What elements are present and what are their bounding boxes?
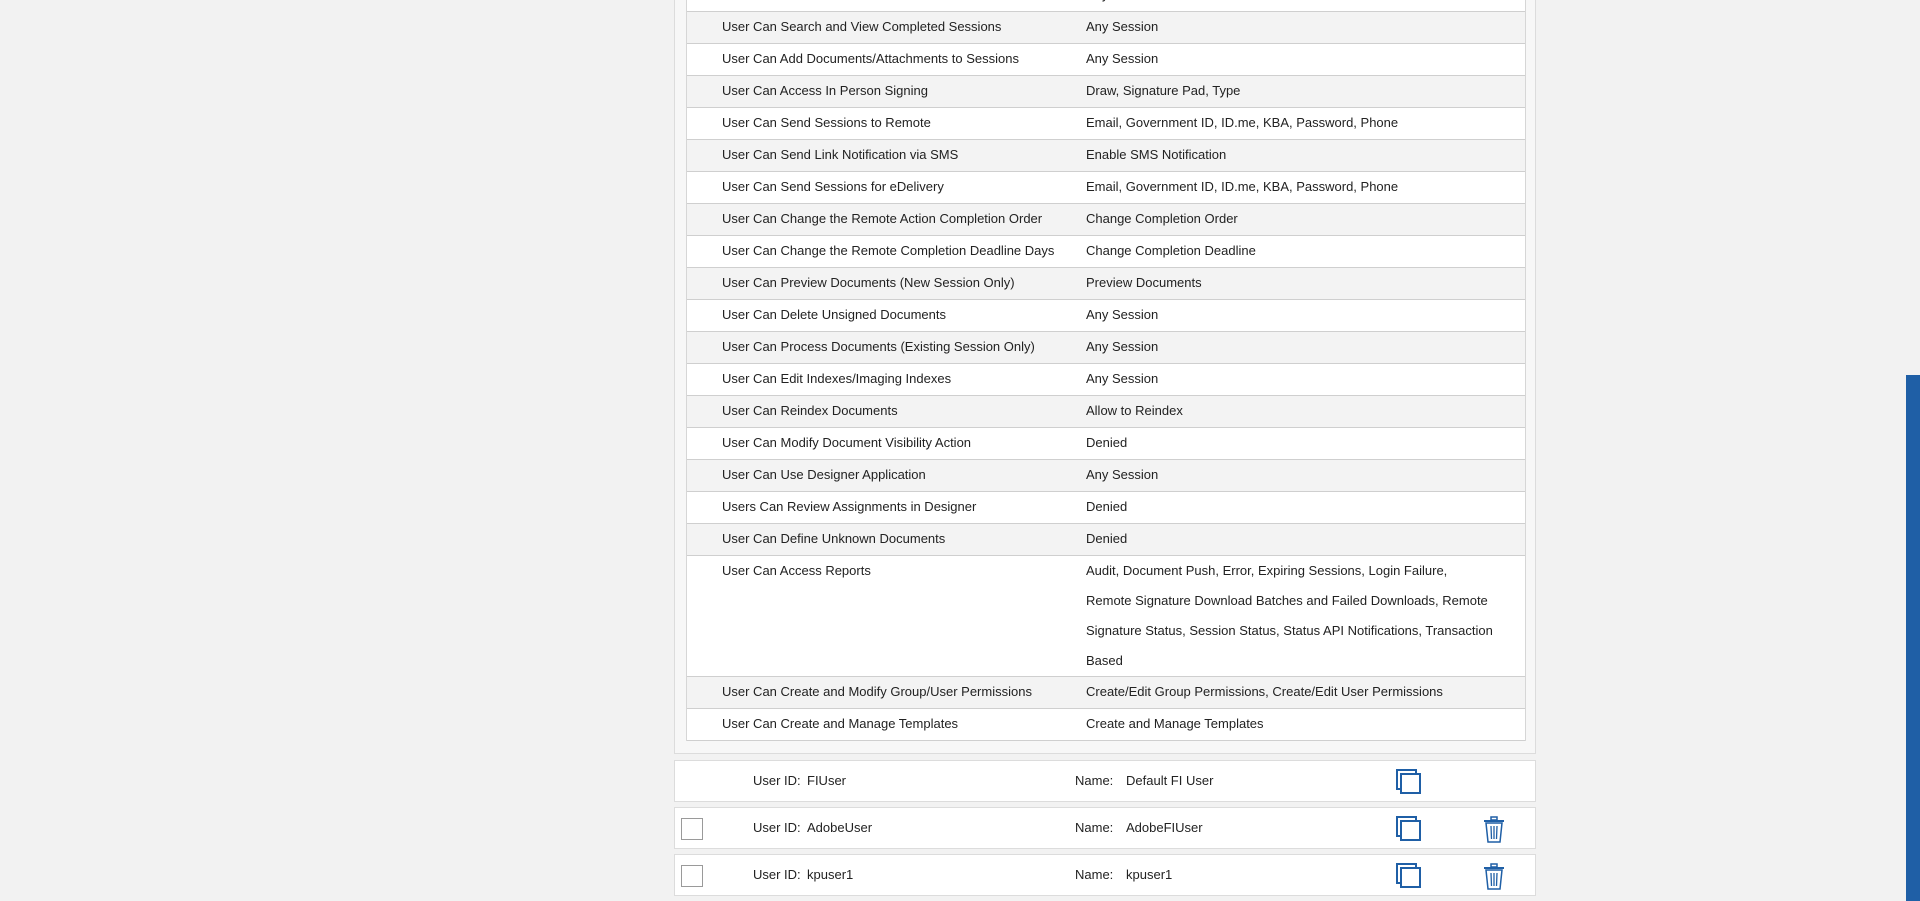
user-name-label: Name: [1075, 820, 1114, 835]
permission-row: User Can Send Link Notification via SMS E… [687, 140, 1525, 172]
permission-row: User Can Create and Modify Group/User Pe… [687, 677, 1525, 709]
permission-name: User Can Delete Unsigned Documents [722, 307, 946, 322]
permission-value: Email, Government ID, ID.me, KBA, Passwo… [1086, 115, 1399, 130]
copy-icon[interactable] [1395, 768, 1423, 796]
permission-value: Email, Government ID, ID.me, KBA, Passwo… [1086, 179, 1399, 194]
permission-name: User Can Archive Sessions [687, 0, 1086, 11]
user-select-checkbox[interactable] [681, 818, 703, 840]
permission-row: User Can Change the Remote Completion De… [687, 236, 1525, 268]
trash-icon[interactable] [1482, 863, 1506, 891]
permission-value: Any Session [1086, 307, 1159, 322]
permission-value: Change Completion Order [1086, 211, 1238, 226]
permission-name: User Can Define Unknown Documents [722, 531, 946, 546]
permission-row: User Can Search and View Completed Sessi… [687, 12, 1525, 44]
permission-name: User Can Edit Indexes/Imaging Indexes [722, 371, 952, 386]
user-row[interactable]: User ID: AdobeUser Name: AdobeFIUser [674, 807, 1536, 849]
copy-icon[interactable] [1395, 862, 1423, 890]
user-row[interactable]: User ID: FIUser Name: Default FI User [674, 760, 1536, 802]
permission-row: Users Can Review Assignments in Designer… [687, 492, 1525, 524]
permission-name: User Can Change the Remote Action Comple… [722, 211, 1043, 226]
permission-row: User Can Create and Manage Templates Crea… [687, 709, 1525, 741]
user-name-value: AdobeFIUser [1126, 820, 1203, 835]
permission-value: Any Session [1086, 467, 1159, 482]
user-id-label: User ID: [753, 867, 801, 882]
permission-row: User Can Send Sessions to Remote Email, G… [687, 108, 1525, 140]
permission-row: User Can Define Unknown Documents Denied [687, 524, 1525, 556]
page-scrollbar[interactable] [1906, 375, 1920, 901]
permission-value: Any Session [1086, 339, 1159, 354]
permission-name: Users Can Review Assignments in Designer [722, 499, 977, 514]
copy-icon[interactable] [1395, 815, 1423, 843]
permission-name: User Can Create and Modify Group/User Pe… [722, 684, 1032, 699]
permission-row: User Can Reindex Documents Allow to Reind… [687, 396, 1525, 428]
permission-name: User Can Send Sessions for eDelivery [722, 179, 944, 194]
permission-value: Create and Manage Templates [1086, 716, 1264, 731]
permission-value: Allow to Reindex [1086, 403, 1183, 418]
permission-row: User Can Send Sessions for eDelivery Emai… [687, 172, 1525, 204]
permission-value: Draw, Signature Pad, Type [1086, 83, 1241, 98]
permission-name: User Can Send Sessions to Remote [722, 115, 931, 130]
permission-name: User Can Send Link Notification via SMS [722, 147, 959, 162]
permission-row: User Can Access Reports Audit, Document P… [687, 556, 1525, 677]
permission-value: Audit, Document Push, Error, Expiring Se… [1086, 563, 1493, 668]
user-permissions-page: User Can Archive SessionsAny SessionUser… [0, 0, 1920, 901]
user-row[interactable]: User ID: kpuser1 Name: kpuser1 [674, 854, 1536, 896]
permission-row: User Can Delete Unsigned Documents Any Se… [687, 300, 1525, 332]
user-id-label: User ID: [753, 773, 801, 788]
permission-value: Any Session [1086, 19, 1159, 34]
user-name-value: kpuser1 [1126, 867, 1173, 882]
user-id-value: AdobeUser [807, 820, 873, 835]
permission-value: Preview Documents [1086, 275, 1202, 290]
permission-name: User Can Reindex Documents [722, 403, 898, 418]
permission-value: Any Session [1086, 371, 1159, 386]
permission-row: User Can Access In Person Signing Draw, S… [687, 76, 1525, 108]
permission-name: User Can Use Designer Application [722, 467, 926, 482]
permission-value: Create/Edit Group Permissions, Create/Ed… [1086, 684, 1443, 699]
permission-value: Enable SMS Notification [1086, 147, 1227, 162]
permission-row: User Can Use Designer Application Any Ses… [687, 460, 1525, 492]
permission-row: User Can Preview Documents (New Session … [687, 268, 1525, 300]
user-select-checkbox[interactable] [681, 865, 703, 887]
permission-name: User Can Modify Document Visibility Acti… [722, 435, 972, 450]
permission-value: Change Completion Deadline [1086, 243, 1256, 258]
permission-name: User Can Access In Person Signing [722, 83, 928, 98]
permission-name: User Can Create and Manage Templates [722, 716, 959, 731]
permission-name: User Can Preview Documents (New Session … [722, 275, 1015, 290]
permission-name: User Can Process Documents (Existing Ses… [722, 339, 1035, 354]
user-id-label: User ID: [753, 820, 801, 835]
permission-row: User Can Archive SessionsAny Session [687, 0, 1525, 12]
permission-row: User Can Modify Document Visibility Acti… [687, 428, 1525, 460]
trash-icon[interactable] [1482, 816, 1506, 844]
permission-name: User Can Change the Remote Completion De… [722, 243, 1055, 258]
permissions-table: User Can Archive SessionsAny SessionUser… [686, 0, 1526, 741]
permission-value: Denied [1086, 435, 1128, 450]
user-name-value: Default FI User [1126, 773, 1214, 788]
permission-row: User Can Add Documents/Attachments to Se… [687, 44, 1525, 76]
user-id-value: FIUser [807, 773, 846, 788]
permission-value: Any Session [1086, 0, 1525, 11]
permission-name: User Can Add Documents/Attachments to Se… [722, 51, 1019, 66]
user-name-label: Name: [1075, 867, 1114, 882]
permission-row: User Can Change the Remote Action Comple… [687, 204, 1525, 236]
user-id-value: kpuser1 [807, 867, 854, 882]
permission-value: Denied [1086, 531, 1128, 546]
permission-value: Denied [1086, 499, 1128, 514]
permission-name: User Can Access Reports [722, 563, 871, 578]
permission-value: Any Session [1086, 51, 1159, 66]
permission-name: User Can Search and View Completed Sessi… [722, 19, 1002, 34]
permission-row: User Can Process Documents (Existing Ses… [687, 332, 1525, 364]
permission-row: User Can Edit Indexes/Imaging Indexes Any… [687, 364, 1525, 396]
user-name-label: Name: [1075, 773, 1114, 788]
